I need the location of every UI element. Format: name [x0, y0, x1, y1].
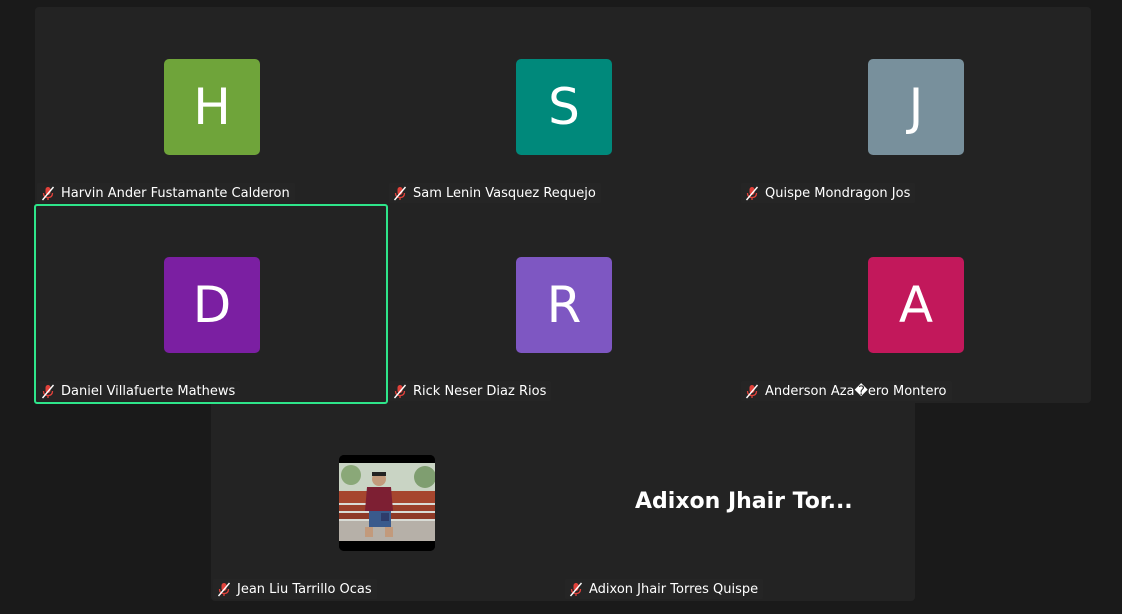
- participant-name: Adixon Jhair Torres Quispe: [589, 581, 759, 597]
- microphone-muted-icon: [393, 186, 407, 200]
- avatar-initial: D: [192, 276, 232, 334]
- participant-avatar: H: [164, 59, 260, 155]
- participant-nametag: Quispe Mondragon Jos: [741, 183, 916, 203]
- participant-name: Sam Lenin Vasquez Requejo: [413, 185, 596, 201]
- avatar-initial: A: [898, 276, 934, 334]
- participant-display-name: Adixon Jhair Tor...: [635, 489, 853, 514]
- participant-nametag: Harvin Ander Fustamante Calderon: [37, 183, 295, 203]
- participant-name: Jean Liu Tarrillo Ocas: [237, 581, 372, 597]
- participant-tile-active-speaker[interactable]: D Daniel Villafuerte Mathews: [34, 204, 388, 404]
- participant-nametag: Anderson Aza�ero Montero: [741, 381, 952, 401]
- participant-name: Anderson Aza�ero Montero: [765, 383, 947, 399]
- microphone-muted-icon: [569, 582, 583, 596]
- microphone-muted-icon: [745, 384, 759, 398]
- participant-avatar: A: [868, 257, 964, 353]
- microphone-muted-icon: [41, 384, 55, 398]
- avatar-initial: R: [546, 276, 582, 334]
- avatar-initial: S: [548, 78, 580, 136]
- participant-tile[interactable]: H Harvin Ander Fustamante Calderon: [35, 7, 387, 205]
- participant-tile[interactable]: A Anderson Aza�ero Montero: [739, 205, 1091, 403]
- participant-nametag: Rick Neser Diaz Rios: [389, 381, 552, 401]
- microphone-muted-icon: [41, 186, 55, 200]
- microphone-muted-icon: [393, 384, 407, 398]
- participant-nametag: Daniel Villafuerte Mathews: [37, 381, 241, 401]
- participant-avatar: J: [868, 59, 964, 155]
- participant-nametag: Sam Lenin Vasquez Requejo: [389, 183, 601, 203]
- participant-tile[interactable]: S Sam Lenin Vasquez Requejo: [387, 7, 739, 205]
- participant-avatar: D: [164, 257, 260, 353]
- participant-tile[interactable]: Adixon Jhair Tor... Adixon Jhair Torres …: [563, 403, 915, 601]
- participant-name: Daniel Villafuerte Mathews: [61, 383, 236, 399]
- participant-avatar: S: [516, 59, 612, 155]
- participant-nametag: Adixon Jhair Torres Quispe: [565, 579, 764, 599]
- avatar-initial: H: [193, 78, 231, 136]
- person-photo-icon: [339, 455, 435, 551]
- microphone-muted-icon: [217, 582, 231, 596]
- participant-avatar: R: [516, 257, 612, 353]
- participant-name: Quispe Mondragon Jos: [765, 185, 911, 201]
- participant-name: Harvin Ander Fustamante Calderon: [61, 185, 290, 201]
- microphone-muted-icon: [745, 186, 759, 200]
- meeting-gallery-view: H Harvin Ander Fustamante Calderon S Sam…: [0, 0, 1122, 614]
- participant-name: Rick Neser Diaz Rios: [413, 383, 547, 399]
- avatar-initial: J: [908, 78, 924, 136]
- participant-tile[interactable]: R Rick Neser Diaz Rios: [387, 205, 739, 403]
- participant-tile[interactable]: Jean Liu Tarrillo Ocas: [211, 403, 563, 601]
- participant-tile[interactable]: J Quispe Mondragon Jos: [739, 7, 1091, 205]
- participant-nametag: Jean Liu Tarrillo Ocas: [213, 579, 377, 599]
- participant-video-thumbnail: [339, 455, 435, 551]
